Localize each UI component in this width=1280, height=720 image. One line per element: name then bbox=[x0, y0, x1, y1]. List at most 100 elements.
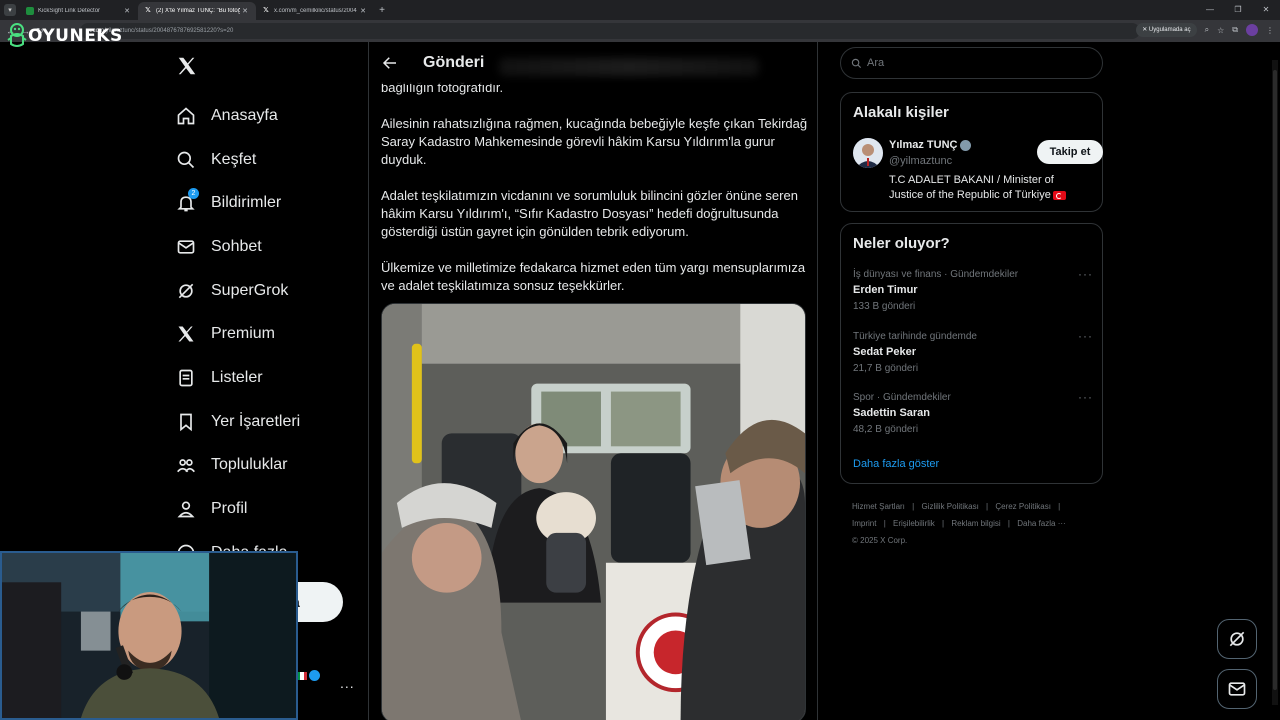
nav-label: Keşfet bbox=[211, 150, 257, 168]
zoom-icon[interactable]: ⌕ bbox=[1205, 25, 1209, 35]
nav-item-profile[interactable]: Profil bbox=[174, 487, 300, 531]
mail-icon bbox=[1228, 682, 1246, 696]
post-paragraph: Ülkemize ve milletimize fedakarca hizmet… bbox=[381, 260, 806, 293]
minimize-icon[interactable]: — bbox=[1196, 0, 1224, 20]
nav-item-notifications[interactable]: 2 Bildirimler bbox=[174, 181, 300, 225]
footer-link[interactable]: Imprint bbox=[852, 519, 876, 528]
footer-separator: | bbox=[986, 502, 989, 511]
main-column: Gönderi bağlılığın fotoğrafıdır. Ailesin… bbox=[368, 42, 818, 720]
star-icon[interactable]: ☆ bbox=[1217, 26, 1224, 35]
nav-item-explore[interactable]: Keşfet bbox=[174, 138, 300, 182]
nav-label: Profil bbox=[211, 500, 248, 518]
open-in-app-label: Uygulamada aç bbox=[1148, 27, 1191, 33]
primary-nav: Anasayfa Keşfet 2 Bildirimler Sohbet Sup… bbox=[174, 94, 300, 575]
avatar-image bbox=[853, 138, 883, 168]
account-more-button[interactable]: ... bbox=[340, 675, 355, 691]
footer-link[interactable]: Çerez Politikası bbox=[995, 502, 1051, 511]
person-handle: @yilmaztunc bbox=[889, 155, 953, 167]
nav-item-bookmarks[interactable]: Yer İşaretleri bbox=[174, 400, 300, 444]
profile-avatar-icon[interactable] bbox=[1246, 24, 1258, 36]
open-in-app-button[interactable]: ✕ Uygulamada aç bbox=[1136, 23, 1197, 37]
trend-item[interactable]: Türkiye tarihinde gündemde Sedat Peker 2… bbox=[853, 329, 1093, 374]
streamer-webcam-image bbox=[2, 553, 296, 718]
screen: { "browser": { "tabs": [ {"title": "Kick… bbox=[0, 0, 1280, 720]
trend-item[interactable]: İş dünyası ve finans · Gündemdekiler Erd… bbox=[853, 267, 1093, 312]
browser-tab-3[interactable]: 𝕏 x.com/m_cemilkilic/status/2004 ✕ bbox=[256, 2, 374, 20]
close-icon[interactable]: ✕ bbox=[240, 7, 250, 15]
messages-float-button[interactable] bbox=[1217, 669, 1257, 709]
webcam-overlay bbox=[0, 551, 298, 720]
tab-search-button[interactable]: ▾ bbox=[0, 0, 20, 20]
van-interior-photo bbox=[382, 304, 805, 720]
post-body: bağlılığın fotoğrafıdır. Ailesinin rahat… bbox=[381, 79, 811, 313]
url-input[interactable]: x.com/yilmaztunc/status/2004876787692581… bbox=[80, 23, 1140, 39]
trend-count: 133 B gönderi bbox=[853, 301, 916, 312]
extensions-icon[interactable]: ⧉ bbox=[1232, 25, 1238, 35]
nav-item-communities[interactable]: Topluluklar bbox=[174, 444, 300, 488]
trend-title: Erden Timur bbox=[853, 284, 918, 296]
nav-item-lists[interactable]: Listeler bbox=[174, 356, 300, 400]
bell-icon: 2 bbox=[174, 188, 199, 215]
nav-label: Premium bbox=[211, 325, 276, 343]
trends-card: Neler oluyor? İş dünyası ve finans · Gün… bbox=[840, 223, 1103, 484]
grok-float-button[interactable] bbox=[1217, 619, 1257, 659]
footer-link[interactable]: Hizmet Şartları bbox=[852, 502, 905, 511]
follow-button[interactable]: Takip et bbox=[1037, 140, 1103, 164]
footer-row: Hizmet Şartları | Gizlilik Politikası | … bbox=[852, 498, 1092, 515]
show-more-link[interactable]: Daha fazla göster bbox=[853, 458, 939, 470]
page-scrollbar[interactable] bbox=[1272, 60, 1278, 705]
footer-link[interactable]: Daha fazla ··· bbox=[1017, 519, 1065, 528]
search-icon bbox=[851, 58, 862, 68]
trend-count: 48,2 B gönderi bbox=[853, 424, 919, 435]
browser-address-bar: ← → ↻ x.com/yilmaztunc/status/2004876787… bbox=[0, 20, 1280, 42]
footer-link[interactable]: Reklam bilgisi bbox=[951, 519, 1000, 528]
list-icon bbox=[174, 366, 198, 390]
x-small-icon: ✕ bbox=[1142, 27, 1149, 33]
trend-context: Türkiye tarihinde gündemde bbox=[853, 331, 977, 342]
close-window-icon[interactable]: ✕ bbox=[1252, 0, 1280, 20]
x-icon bbox=[174, 322, 198, 346]
address-bar-actions: ✕ Uygulamada aç ⌕ ☆ ⧉ ⋮ bbox=[1136, 23, 1274, 37]
nav-item-chat[interactable]: Sohbet bbox=[174, 225, 300, 269]
nav-item-supergrok[interactable]: SuperGrok bbox=[174, 269, 300, 313]
post-paragraph: Adalet teşkilatımızın vicdanını ve sorum… bbox=[381, 188, 798, 239]
footer-separator: | bbox=[942, 519, 945, 528]
home-icon bbox=[174, 104, 198, 128]
nav-label: Yer İşaretleri bbox=[211, 412, 301, 430]
copyright: © 2025 X Corp. bbox=[852, 536, 908, 545]
search-input[interactable]: Ara bbox=[840, 47, 1103, 79]
scrollbar-thumb[interactable] bbox=[1273, 70, 1277, 690]
close-icon[interactable]: ✕ bbox=[122, 7, 132, 15]
footer-separator: | bbox=[912, 502, 915, 511]
new-tab-icon[interactable]: + bbox=[374, 5, 390, 16]
people-icon bbox=[174, 453, 198, 477]
watermark-text: OYUNEKS bbox=[28, 26, 123, 46]
nav-label: Topluluklar bbox=[211, 456, 288, 474]
x-logo-icon[interactable] bbox=[176, 55, 198, 77]
restore-icon[interactable]: ❐ bbox=[1224, 0, 1252, 20]
page-title: Gönderi bbox=[423, 54, 485, 71]
x-favicon-icon: 𝕏 bbox=[263, 7, 269, 14]
browser-tab-1[interactable]: KickSight Link Detector ✕ bbox=[20, 2, 138, 20]
footer-link[interactable]: Erişilebilirlik bbox=[893, 519, 935, 528]
more-dots-icon[interactable]: ··· bbox=[1078, 329, 1093, 343]
search-placeholder: Ara bbox=[867, 57, 885, 69]
url-path: /yilmaztunc/status/2004876787692581220?s… bbox=[104, 28, 234, 34]
nav-item-premium[interactable]: Premium bbox=[174, 312, 300, 356]
footer-separator: | bbox=[1007, 519, 1010, 528]
post-photo[interactable] bbox=[381, 303, 806, 720]
person-icon bbox=[174, 497, 198, 521]
avatar[interactable] bbox=[853, 138, 883, 168]
back-arrow-icon[interactable] bbox=[381, 54, 399, 72]
footer-link[interactable]: Gizlilik Politikası bbox=[921, 502, 978, 511]
nav-item-home[interactable]: Anasayfa bbox=[174, 94, 300, 138]
more-dots-icon[interactable]: ··· bbox=[1078, 390, 1093, 404]
more-dots-icon[interactable]: ··· bbox=[1078, 267, 1093, 281]
browser-tab-2[interactable]: 𝕏 (2) X'te Yılmaz TUNÇ: "Bu fotoğ ✕ bbox=[138, 2, 256, 20]
trend-item[interactable]: Spor · Gündemdekiler Sadettin Saran 48,2… bbox=[853, 390, 1093, 435]
post-header: Gönderi bbox=[369, 42, 817, 84]
person-name[interactable]: Yılmaz TUNÇ bbox=[889, 139, 972, 151]
footer-separator: | bbox=[1058, 502, 1061, 511]
close-icon[interactable]: ✕ bbox=[358, 7, 368, 15]
menu-dots-icon[interactable]: ⋮ bbox=[1266, 26, 1274, 35]
